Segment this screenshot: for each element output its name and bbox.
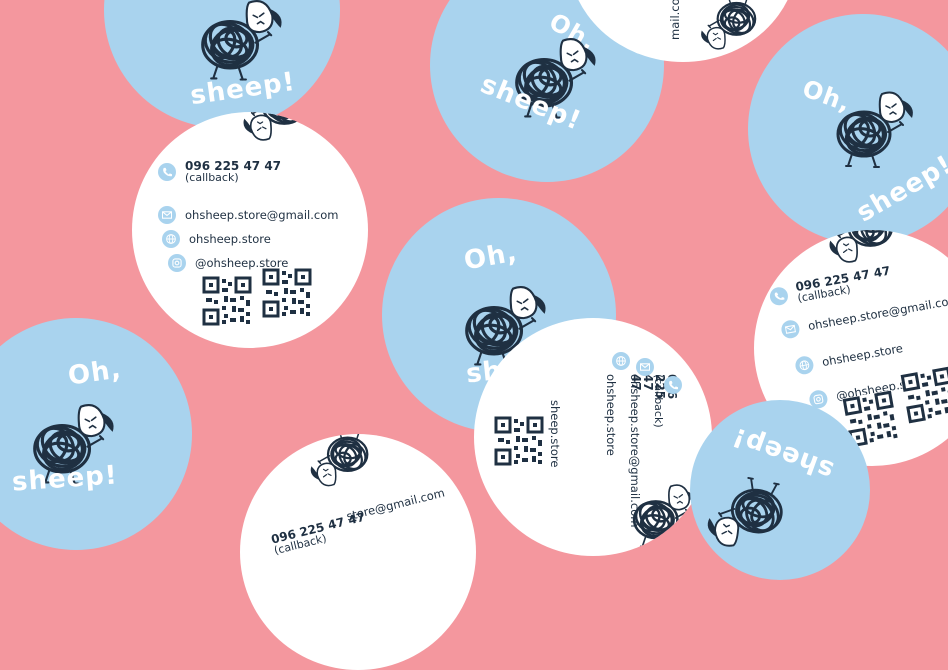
phone-icon bbox=[158, 163, 176, 181]
brand-line1: Oh, bbox=[66, 354, 124, 392]
callback-label: (callback) bbox=[652, 374, 665, 428]
mail-icon bbox=[780, 318, 801, 340]
brand-line2: sheep! bbox=[11, 460, 119, 498]
globe-icon bbox=[612, 352, 630, 370]
mail-icon bbox=[158, 206, 176, 224]
sheep-illustration bbox=[828, 230, 896, 264]
sticker-blue: Oh, sheep! bbox=[0, 318, 192, 550]
sheep-illustration bbox=[833, 91, 915, 169]
mail-icon bbox=[636, 358, 654, 376]
callback-label: (callback) bbox=[185, 171, 239, 184]
sheep-illustration bbox=[703, 470, 791, 556]
qr-code bbox=[202, 276, 252, 326]
qr-code bbox=[262, 268, 312, 318]
email-fragment: mail.com bbox=[668, 0, 682, 40]
sheep-illustration bbox=[242, 112, 310, 142]
globe-icon bbox=[794, 354, 815, 376]
website-fragment: sheep.store bbox=[548, 400, 562, 468]
sticker-contact: 096 225 47 47 (callback) ohsheep.store@g… bbox=[474, 318, 712, 556]
sheep-illustration bbox=[700, 0, 759, 50]
qr-code bbox=[494, 416, 544, 466]
sticker-blue: sheep! bbox=[690, 400, 870, 580]
sticker-blue: Oh, sheep! bbox=[748, 14, 948, 244]
email-text: ohsheep.store@gmail.com bbox=[185, 208, 339, 222]
qr-code bbox=[900, 366, 948, 424]
brand-line1: Oh, bbox=[461, 237, 520, 277]
website-text: ohsheep.store bbox=[604, 374, 618, 456]
sticker-blue: sheep! bbox=[104, 0, 340, 128]
globe-icon bbox=[162, 230, 180, 248]
sticker-contact: 096 225 47 47 (callback) ohsheep.store@g… bbox=[132, 112, 368, 348]
sheep-illustration bbox=[309, 434, 371, 487]
sticker-contact: 096 225 47 47 (callback) store@gmail.com bbox=[240, 434, 476, 670]
website-text: ohsheep.store bbox=[189, 232, 271, 246]
phone-icon bbox=[664, 376, 682, 394]
instagram-icon bbox=[168, 254, 186, 272]
phone-icon bbox=[768, 285, 790, 307]
website-text: ohsheep.store bbox=[820, 341, 904, 370]
